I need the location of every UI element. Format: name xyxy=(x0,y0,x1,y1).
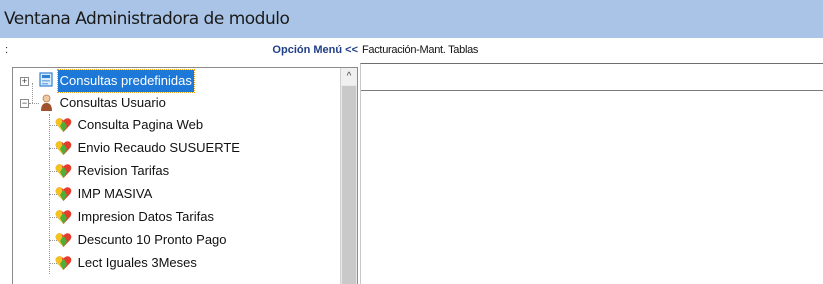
tree-item-label: Revision Tarifas xyxy=(77,163,170,178)
module-path-label: Facturación-Mant. Tablas xyxy=(362,44,479,56)
tree-item-lect-iguales[interactable]: Lect Iguales 3Meses xyxy=(55,252,199,274)
tree-item-label: Descunto 10 Pronto Pago xyxy=(77,232,227,247)
tree-item-descunto-pronto-pago[interactable]: Descunto 10 Pronto Pago xyxy=(55,229,229,251)
tree-item-consulta-pagina-web[interactable]: Consulta Pagina Web xyxy=(55,114,205,136)
tree-item-revision-tarifas[interactable]: Revision Tarifas xyxy=(55,160,171,182)
query-tree: + Consultas predefinidas − Consultas Usu… xyxy=(13,68,341,284)
module-subbar: : Opción Menú << Facturación-Mant. Tabla… xyxy=(0,38,823,62)
query-heart-icon xyxy=(55,118,72,132)
vertical-scrollbar[interactable]: ^ xyxy=(340,68,357,284)
tree-panel: + Consultas predefinidas − Consultas Usu… xyxy=(12,67,358,284)
tree-item-label: Impresion Datos Tarifas xyxy=(77,209,214,224)
scroll-thumb[interactable] xyxy=(342,86,356,284)
tree-connector xyxy=(29,103,39,104)
user-person-icon xyxy=(41,94,52,111)
module-content-area xyxy=(361,90,823,284)
module-content-panel xyxy=(360,63,823,284)
tree-connector xyxy=(32,83,33,103)
tree-item-envio-recaudo[interactable]: Envio Recaudo SUSUERTE xyxy=(55,137,242,159)
query-heart-icon xyxy=(55,187,72,201)
tree-item-impresion-datos-tarifas[interactable]: Impresion Datos Tarifas xyxy=(55,206,216,228)
predefined-queries-icon xyxy=(39,72,53,87)
collapse-toggle-user[interactable]: − xyxy=(20,99,29,108)
window-title: Ventana Administradora de modulo xyxy=(0,0,823,38)
query-heart-icon xyxy=(55,233,72,247)
tree-item-consultas-predefinidas[interactable]: Consultas predefinidas xyxy=(39,69,195,93)
tree-item-consultas-usuario[interactable]: Consultas Usuario xyxy=(39,92,168,114)
query-heart-icon xyxy=(55,210,72,224)
tree-item-label: Consulta Pagina Web xyxy=(77,117,204,132)
menu-option-toggle[interactable]: Opción Menú << xyxy=(270,38,358,62)
query-heart-icon xyxy=(55,164,72,178)
tree-item-imp-masiva[interactable]: IMP MASIVA xyxy=(55,183,154,205)
expand-toggle-predefined[interactable]: + xyxy=(20,77,29,86)
tree-item-label: Envio Recaudo SUSUERTE xyxy=(77,140,240,155)
scroll-up-arrow-icon[interactable]: ^ xyxy=(341,68,357,85)
query-heart-icon xyxy=(55,256,72,270)
query-heart-icon xyxy=(55,141,72,155)
tree-item-label: Consultas Usuario xyxy=(59,95,166,110)
subbar-colon: : xyxy=(5,44,9,56)
tree-item-label: Lect Iguales 3Meses xyxy=(77,255,197,270)
tree-item-label: Consultas predefinidas xyxy=(56,69,195,93)
tree-item-label: IMP MASIVA xyxy=(77,186,153,201)
